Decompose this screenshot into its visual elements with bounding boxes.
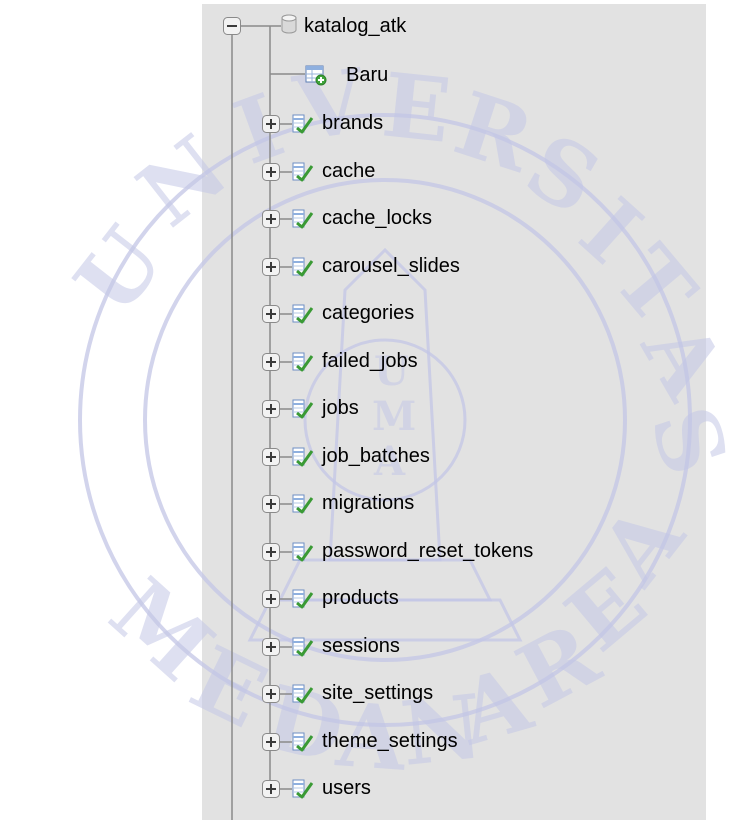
table-link[interactable]: cache	[322, 159, 375, 183]
plus-expander-icon[interactable]	[262, 258, 280, 276]
table-link[interactable]: failed_jobs	[322, 349, 418, 373]
table-link[interactable]: password_reset_tokens	[322, 539, 533, 563]
plus-expander-icon[interactable]	[262, 353, 280, 371]
plus-expander-icon[interactable]	[262, 400, 280, 418]
table-link[interactable]: carousel_slides	[322, 254, 460, 278]
table-structure-icon[interactable]	[292, 114, 314, 134]
table-structure-icon[interactable]	[292, 257, 314, 277]
table-structure-icon[interactable]	[292, 399, 314, 419]
table-structure-icon[interactable]	[292, 637, 314, 657]
table-link[interactable]: categories	[322, 301, 414, 325]
plus-expander-icon[interactable]	[262, 733, 280, 751]
table-link[interactable]: theme_settings	[322, 729, 458, 753]
table-link[interactable]: job_batches	[322, 444, 430, 468]
plus-expander-icon[interactable]	[262, 448, 280, 466]
table-structure-icon[interactable]	[292, 779, 314, 799]
plus-expander-icon[interactable]	[262, 780, 280, 798]
plus-expander-icon[interactable]	[262, 163, 280, 181]
table-structure-icon[interactable]	[292, 209, 314, 229]
new-table-link[interactable]: Baru	[346, 63, 388, 87]
table-link[interactable]: products	[322, 586, 399, 610]
navigation-tree-screenshot: U N I V E R S I T A S M E D A N A R E A …	[0, 0, 755, 838]
minus-expander-icon[interactable]	[223, 17, 241, 35]
table-structure-icon[interactable]	[292, 684, 314, 704]
plus-expander-icon[interactable]	[262, 638, 280, 656]
table-link[interactable]: jobs	[322, 396, 359, 420]
database-icon	[281, 14, 297, 34]
table-structure-icon[interactable]	[292, 732, 314, 752]
table-structure-icon[interactable]	[292, 162, 314, 182]
table-link[interactable]: sessions	[322, 634, 400, 658]
table-link[interactable]: site_settings	[322, 681, 433, 705]
plus-expander-icon[interactable]	[262, 305, 280, 323]
table-structure-icon[interactable]	[292, 352, 314, 372]
plus-expander-icon[interactable]	[262, 495, 280, 513]
plus-expander-icon[interactable]	[262, 543, 280, 561]
plus-expander-icon[interactable]	[262, 210, 280, 228]
table-link[interactable]: cache_locks	[322, 206, 432, 230]
plus-expander-icon[interactable]	[262, 685, 280, 703]
new-table-icon[interactable]	[305, 64, 327, 86]
table-link[interactable]: brands	[322, 111, 383, 135]
table-structure-icon[interactable]	[292, 542, 314, 562]
database-name[interactable]: katalog_atk	[304, 14, 406, 38]
plus-expander-icon[interactable]	[262, 590, 280, 608]
plus-expander-icon[interactable]	[262, 115, 280, 133]
table-structure-icon[interactable]	[292, 304, 314, 324]
table-structure-icon[interactable]	[292, 494, 314, 514]
table-structure-icon[interactable]	[292, 447, 314, 467]
table-structure-icon[interactable]	[292, 589, 314, 609]
table-link[interactable]: users	[322, 776, 371, 800]
table-link[interactable]: migrations	[322, 491, 414, 515]
